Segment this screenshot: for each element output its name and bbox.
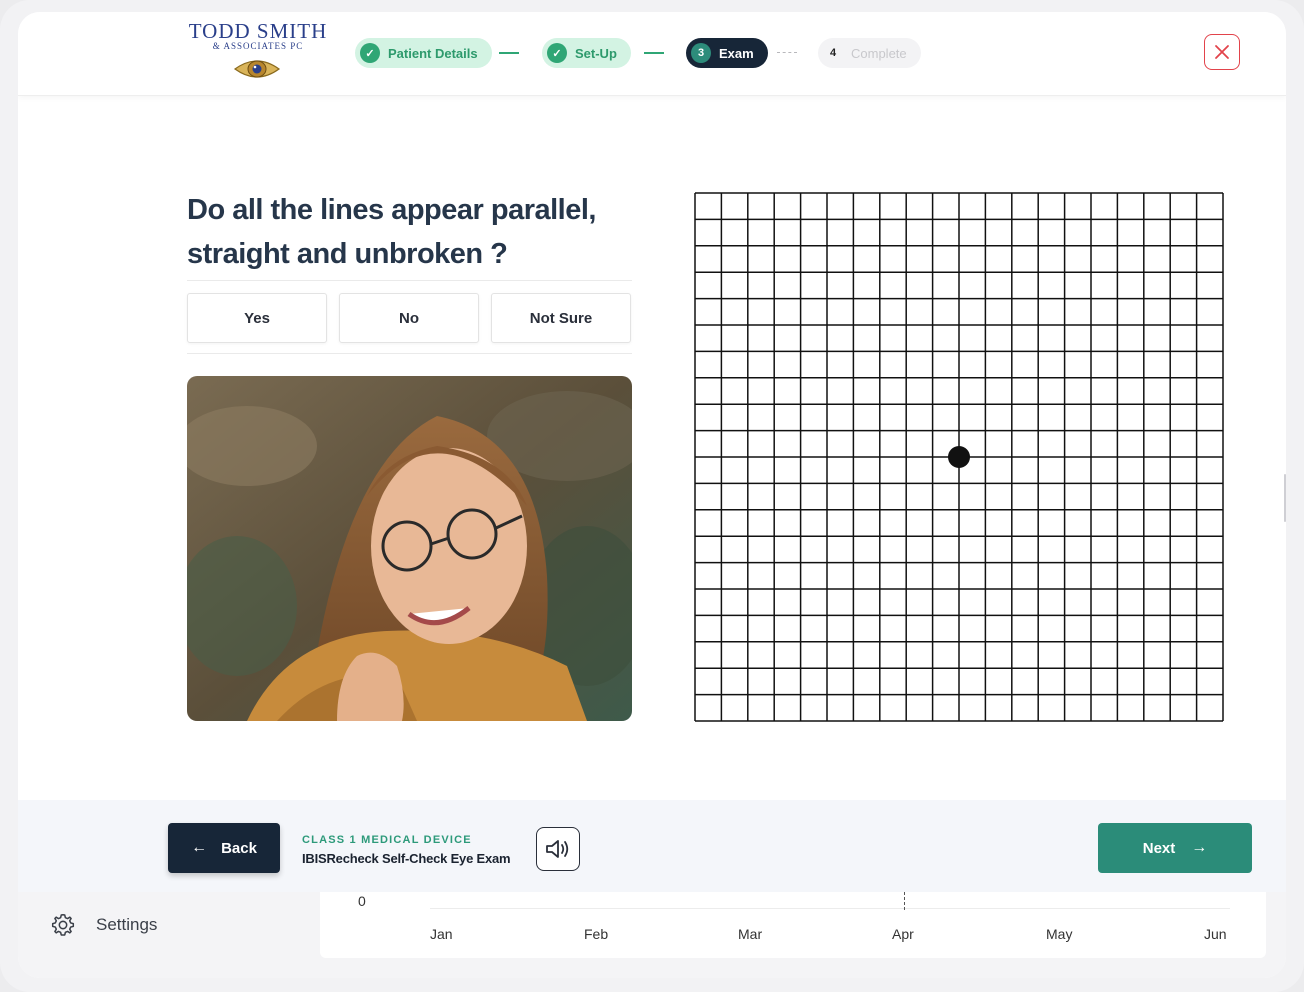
clinic-logo: TODD SMITH & ASSOCIATES PC bbox=[178, 20, 338, 90]
check-icon: ✓ bbox=[547, 43, 567, 63]
back-button[interactable]: ← Back bbox=[168, 823, 280, 873]
x-tick-label: Apr bbox=[892, 926, 914, 942]
step-connector bbox=[499, 52, 519, 54]
settings-label: Settings bbox=[96, 915, 158, 934]
step-label: Complete bbox=[851, 45, 907, 61]
eye-logo-icon bbox=[233, 60, 281, 78]
fixation-dot bbox=[948, 446, 970, 468]
device-frame: TODD SMITH & ASSOCIATES PC ✓ Patient Det… bbox=[0, 0, 1304, 992]
x-tick-label: May bbox=[1046, 926, 1073, 942]
woman-with-glasses-image bbox=[187, 376, 632, 721]
exam-question: Do all the lines appear parallel, straig… bbox=[187, 194, 596, 270]
step-label: Set-Up bbox=[575, 45, 617, 61]
step-number: 4 bbox=[829, 47, 837, 59]
x-tick-label: Jan bbox=[430, 926, 453, 942]
check-icon: ✓ bbox=[360, 43, 380, 63]
answer-no-button[interactable]: No bbox=[339, 293, 479, 343]
header: TODD SMITH & ASSOCIATES PC ✓ Patient Det… bbox=[18, 12, 1286, 96]
step-complete: 4 Complete bbox=[818, 38, 921, 68]
current-month-marker bbox=[904, 892, 905, 910]
device-class-label: CLASS 1 MEDICAL DEVICE bbox=[302, 834, 472, 846]
step-label: Patient Details bbox=[388, 45, 478, 61]
answer-not-sure-button[interactable]: Not Sure bbox=[491, 293, 631, 343]
x-tick-label: Mar bbox=[738, 926, 763, 942]
arrow-right-icon: → bbox=[1191, 839, 1208, 856]
x-axis-line bbox=[430, 908, 1230, 909]
close-button[interactable] bbox=[1204, 34, 1240, 70]
step-connector bbox=[777, 52, 797, 53]
logo-name: TODD SMITH bbox=[188, 19, 328, 43]
settings-link[interactable]: Settings bbox=[50, 912, 157, 938]
close-icon bbox=[1215, 45, 1229, 59]
step-exam[interactable]: 3 Exam bbox=[686, 38, 768, 68]
step-patient-details[interactable]: ✓ Patient Details bbox=[355, 38, 492, 68]
app-screen: TODD SMITH & ASSOCIATES PC ✓ Patient Det… bbox=[18, 12, 1286, 978]
device-name: IBISRecheck Self-Check Eye Exam bbox=[302, 851, 511, 866]
speaker-icon bbox=[546, 840, 569, 858]
back-label: Back bbox=[221, 839, 257, 857]
background-chart: 0 Jan Feb Mar Apr May Jun bbox=[320, 892, 1266, 958]
answer-options: Yes No Not Sure bbox=[187, 280, 632, 354]
background-dashboard: Settings 0 Jan Feb Mar Apr May Jun bbox=[18, 892, 1286, 978]
x-tick-label: Jun bbox=[1204, 926, 1227, 942]
step-number: 3 bbox=[691, 43, 711, 63]
audio-button[interactable] bbox=[536, 827, 580, 871]
step-connector bbox=[644, 52, 664, 54]
answer-yes-button[interactable]: Yes bbox=[187, 293, 327, 343]
step-setup[interactable]: ✓ Set-Up bbox=[542, 38, 631, 68]
step-label: Exam bbox=[719, 45, 754, 61]
x-tick-label: Feb bbox=[584, 926, 609, 942]
gear-icon bbox=[51, 913, 75, 936]
y-tick-label: 0 bbox=[358, 893, 366, 909]
next-label: Next bbox=[1142, 839, 1176, 857]
amsler-grid bbox=[694, 192, 1224, 722]
arrow-left-icon: ← bbox=[191, 839, 208, 856]
next-button[interactable]: Next → bbox=[1098, 823, 1252, 873]
scrollbar[interactable] bbox=[1284, 474, 1286, 522]
footer-bar: ← Back CLASS 1 MEDICAL DEVICE IBISRechec… bbox=[18, 800, 1286, 892]
amsler-grid-chart bbox=[694, 192, 1224, 722]
patient-photo bbox=[187, 376, 632, 721]
